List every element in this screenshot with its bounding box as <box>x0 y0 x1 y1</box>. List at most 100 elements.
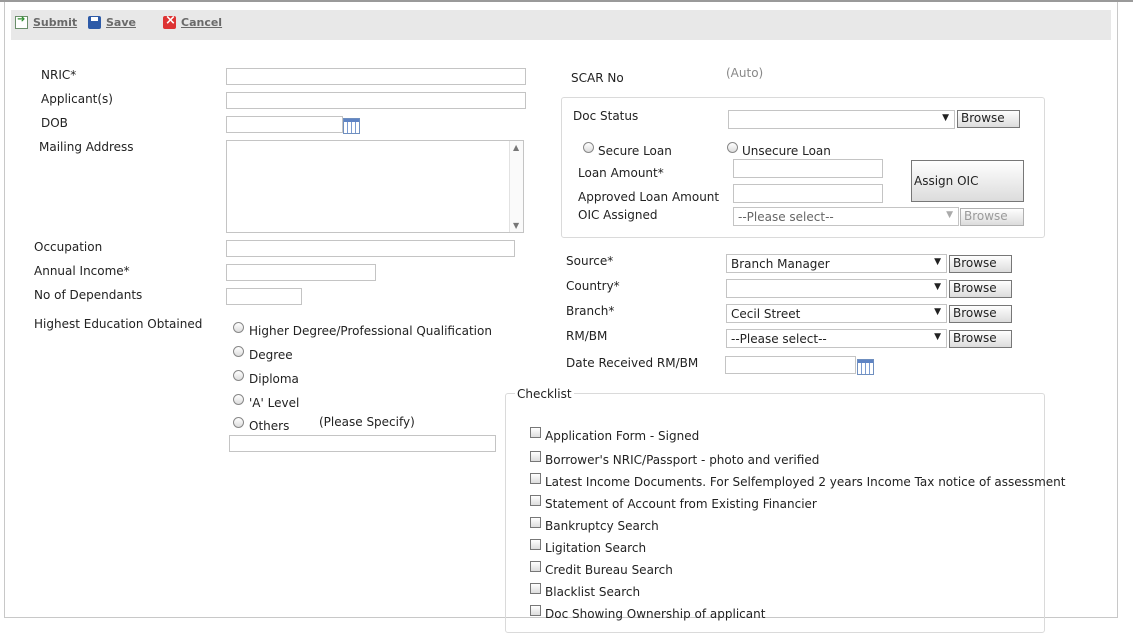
window-right-border <box>1117 2 1118 618</box>
submit-button[interactable]: Submit <box>15 14 77 29</box>
doc-status-browse-button[interactable]: Browse <box>957 110 1020 128</box>
secure-loan-radio[interactable] <box>583 142 594 153</box>
date-received-label: Date Received RM/BM <box>566 356 699 370</box>
checklist-checkbox[interactable] <box>530 517 541 528</box>
country-browse-button[interactable]: Browse <box>949 280 1012 298</box>
checklist-item-label: Credit Bureau Search <box>545 563 673 577</box>
scroll-down-icon[interactable]: ▼ <box>513 221 519 230</box>
cancel-label: Cancel <box>181 16 223 29</box>
checklist-item-label: Statement of Account from Existing Finan… <box>545 497 817 511</box>
rm-bm-selected-value: --Please select-- <box>731 332 827 346</box>
source-selected-value: Branch Manager <box>731 257 830 271</box>
scar-no-label: SCAR No <box>571 71 624 85</box>
mailing-address-textarea[interactable]: ▲ ▼ <box>226 140 524 233</box>
annual-income-input[interactable] <box>226 264 376 281</box>
source-label: Source* <box>566 254 614 268</box>
applicants-input[interactable] <box>226 92 526 109</box>
oic-browse-button[interactable]: Browse <box>960 208 1024 226</box>
education-option-label: Higher Degree/Professional Qualification <box>249 324 492 338</box>
checklist-item-label: Latest Income Documents. For Selfemploye… <box>545 475 1066 489</box>
dob-label: DOB <box>41 116 68 130</box>
scar-no-value: (Auto) <box>726 66 764 80</box>
doc-status-select[interactable]: ▼ <box>728 110 955 129</box>
cancel-button[interactable]: Cancel <box>163 13 223 29</box>
submit-icon <box>15 14 28 29</box>
applicants-label: Applicant(s) <box>41 92 113 106</box>
education-label: Highest Education Obtained <box>34 317 203 331</box>
chevron-down-icon: ▼ <box>934 257 941 267</box>
window-top-border <box>0 0 1133 2</box>
others-specify-input[interactable] <box>229 435 496 452</box>
secure-loan-label: Secure Loan <box>598 144 672 158</box>
chevron-down-icon: ▼ <box>934 282 941 292</box>
loan-amount-label: Loan Amount* <box>578 166 664 180</box>
country-select[interactable]: ▼ <box>726 279 947 298</box>
rm-bm-select[interactable]: --Please select-- ▼ <box>726 329 947 348</box>
chevron-down-icon: ▼ <box>934 332 941 342</box>
checklist-item-label: Blacklist Search <box>545 585 641 599</box>
education-option-label: Others <box>249 419 290 433</box>
chevron-down-icon: ▼ <box>934 307 941 317</box>
nric-input[interactable] <box>226 68 526 85</box>
calendar-icon[interactable] <box>857 359 874 375</box>
date-received-input[interactable] <box>725 356 856 374</box>
unsecure-loan-radio[interactable] <box>727 142 738 153</box>
approved-loan-amount-input[interactable] <box>733 184 883 203</box>
checklist-checkbox[interactable] <box>530 583 541 594</box>
annual-income-label: Annual Income* <box>34 264 130 278</box>
checklist-item-label: Ligitation Search <box>545 541 647 555</box>
checklist-checkbox[interactable] <box>530 539 541 550</box>
nric-label: NRIC* <box>41 68 77 82</box>
rm-bm-browse-button[interactable]: Browse <box>949 330 1012 348</box>
branch-label: Branch* <box>566 304 615 318</box>
mailing-address-label: Mailing Address <box>39 140 134 154</box>
assign-oic-button[interactable]: Assign OIC <box>911 160 1024 202</box>
branch-selected-value: Cecil Street <box>731 307 801 321</box>
country-label: Country* <box>566 279 620 293</box>
branch-select[interactable]: Cecil Street ▼ <box>726 304 947 323</box>
dob-input[interactable] <box>226 116 343 133</box>
save-label: Save <box>106 16 136 29</box>
education-radio-others[interactable] <box>233 417 244 428</box>
education-option-label: Degree <box>249 348 293 362</box>
please-specify-label: (Please Specify) <box>319 415 415 429</box>
chevron-down-icon: ▼ <box>942 113 949 123</box>
chevron-down-icon: ▼ <box>946 210 953 220</box>
checklist-title: Checklist <box>515 387 574 401</box>
window-left-border <box>4 2 5 618</box>
education-option-label: 'A' Level <box>249 396 300 410</box>
source-browse-button[interactable]: Browse <box>949 255 1012 273</box>
checklist-item-label: Doc Showing Ownership of applicant <box>545 607 766 621</box>
checklist-checkbox[interactable] <box>530 427 541 438</box>
cancel-x-icon <box>163 13 176 29</box>
occupation-input[interactable] <box>226 240 515 257</box>
oic-assigned-label: OIC Assigned <box>578 208 658 222</box>
checklist-checkbox[interactable] <box>530 451 541 462</box>
checklist-item-label: Application Form - Signed <box>545 429 700 443</box>
dependants-label: No of Dependants <box>34 288 143 302</box>
checklist-checkbox[interactable] <box>530 561 541 572</box>
rm-bm-label: RM/BM <box>566 329 608 343</box>
checklist-checkbox[interactable] <box>530 473 541 484</box>
textarea-scrollbar[interactable]: ▲ ▼ <box>509 141 523 232</box>
source-select[interactable]: Branch Manager ▼ <box>726 254 947 273</box>
education-radio-a-level[interactable] <box>233 394 244 405</box>
oic-selected-value: --Please select-- <box>738 210 834 224</box>
branch-browse-button[interactable]: Browse <box>949 305 1012 323</box>
education-radio-diploma[interactable] <box>233 370 244 381</box>
calendar-icon[interactable] <box>343 118 360 134</box>
checklist-item-label: Borrower's NRIC/Passport - photo and ver… <box>545 453 820 467</box>
checklist-checkbox[interactable] <box>530 605 541 616</box>
doc-status-label: Doc Status <box>573 109 639 123</box>
loan-amount-input[interactable] <box>733 159 883 178</box>
scroll-up-icon[interactable]: ▲ <box>513 143 519 152</box>
save-button[interactable]: Save <box>88 16 136 29</box>
save-disk-icon <box>88 16 101 29</box>
education-radio-degree[interactable] <box>233 346 244 357</box>
oic-assigned-select[interactable]: --Please select-- ▼ <box>733 207 959 226</box>
occupation-label: Occupation <box>34 240 103 254</box>
checklist-checkbox[interactable] <box>530 495 541 506</box>
education-option-label: Diploma <box>249 372 299 386</box>
dependants-input[interactable] <box>226 288 302 305</box>
education-radio-higher-degree[interactable] <box>233 322 244 333</box>
